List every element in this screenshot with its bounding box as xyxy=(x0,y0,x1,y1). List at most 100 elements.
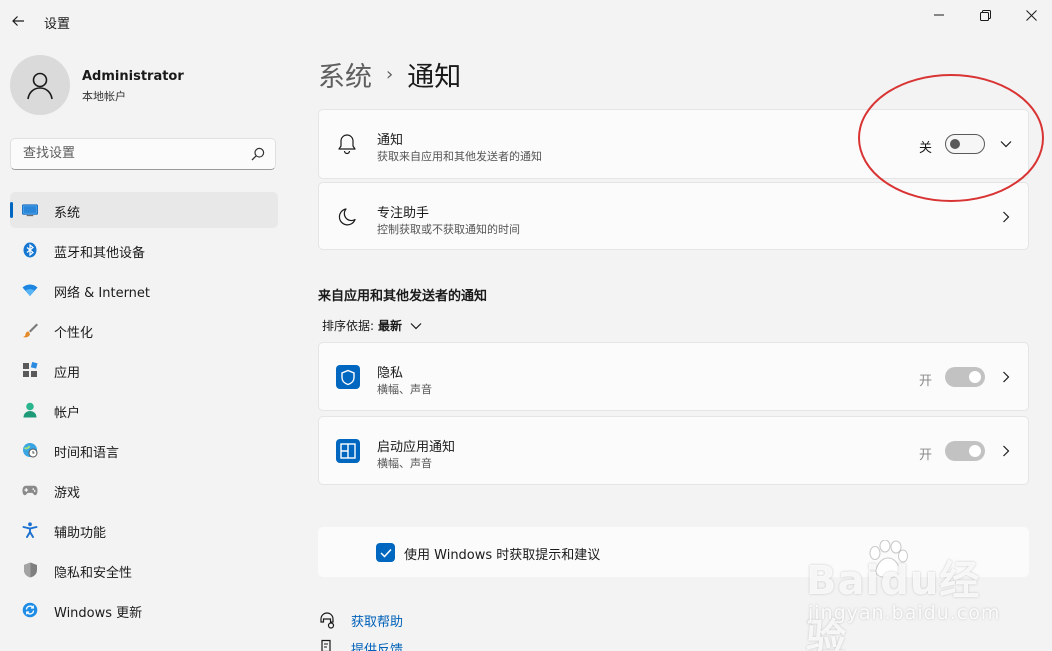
close-icon xyxy=(1025,9,1037,21)
apps-icon xyxy=(22,362,38,378)
toggle-state-label: 开 xyxy=(919,448,933,463)
card-subtitle: 横幅、声音 xyxy=(377,457,432,470)
notifications-card[interactable]: 通知 获取来自应用和其他发送者的通知 关 xyxy=(318,109,1029,179)
sidebar-item-label: 时间和语言 xyxy=(54,446,120,461)
checkmark-icon xyxy=(379,548,392,558)
back-button[interactable] xyxy=(6,8,30,34)
settings-window: 设置 Administrator 本地帐户 系统 xyxy=(0,0,1052,651)
sidebar-item-windows-update[interactable]: Windows 更新 xyxy=(10,592,278,628)
card-subtitle: 控制获取或不获取通知的时间 xyxy=(377,223,520,236)
sidebar-item-label: 游戏 xyxy=(54,486,81,501)
sidebar-item-privacy-security[interactable]: 隐私和安全性 xyxy=(10,552,278,588)
shield-icon xyxy=(22,562,38,578)
avatar[interactable] xyxy=(10,55,70,115)
sidebar-nav: 系统 蓝牙和其他设备 网络 & Internet 个性化 应用 帐户 时间和语言… xyxy=(10,192,278,632)
update-icon xyxy=(22,602,38,618)
sidebar-item-gaming[interactable]: 游戏 xyxy=(10,472,278,508)
section-title: 来自应用和其他发送者的通知 xyxy=(318,289,488,304)
tips-checkbox[interactable] xyxy=(376,543,395,562)
person-icon xyxy=(27,72,53,100)
sidebar-item-network[interactable]: 网络 & Internet xyxy=(10,272,278,308)
app-notification-toggle[interactable] xyxy=(945,367,985,387)
toggle-knob xyxy=(969,445,981,457)
sidebar-item-personalization[interactable]: 个性化 xyxy=(10,312,278,348)
breadcrumb-parent[interactable]: 系统 xyxy=(318,55,372,94)
watermark-url: jingyan.baidu.com xyxy=(808,602,1001,624)
chevron-right-icon xyxy=(1003,371,1010,383)
maximize-button[interactable] xyxy=(962,0,1008,30)
sidebar-item-bluetooth[interactable]: 蓝牙和其他设备 xyxy=(10,232,278,268)
breadcrumb: 系统 › 通知 xyxy=(318,54,461,94)
privacy-shield-icon xyxy=(336,365,360,389)
chevron-down-icon xyxy=(410,320,422,332)
sidebar-item-accounts[interactable]: 帐户 xyxy=(10,392,278,428)
sidebar-item-label: Windows 更新 xyxy=(54,606,143,621)
startup-apps-icon xyxy=(336,439,360,463)
bluetooth-icon xyxy=(22,242,38,258)
card-title: 隐私 xyxy=(377,366,404,381)
sidebar-item-time-language[interactable]: 时间和语言 xyxy=(10,432,278,468)
app-notification-toggle[interactable] xyxy=(945,441,985,461)
user-name: Administrator xyxy=(82,69,184,84)
system-display-icon xyxy=(22,202,38,218)
brush-icon xyxy=(22,322,38,338)
feedback-link[interactable]: 提供反馈 xyxy=(318,638,403,651)
toggle-state-label: 关 xyxy=(919,141,933,156)
back-arrow-icon xyxy=(12,16,24,26)
sidebar-item-system[interactable]: 系统 xyxy=(10,192,278,228)
sort-label: 排序依据: xyxy=(322,319,375,333)
sort-value: 最新 xyxy=(378,319,403,333)
navigate-button[interactable] xyxy=(999,210,1013,224)
account-icon xyxy=(22,402,38,418)
sidebar-item-label: 个性化 xyxy=(54,326,94,341)
link-text[interactable]: 提供反馈 xyxy=(351,639,403,651)
sidebar-item-label: 网络 & Internet xyxy=(54,286,151,301)
search-icon[interactable] xyxy=(251,147,265,161)
chevron-right-icon xyxy=(1003,211,1010,223)
chevron-right-icon xyxy=(1003,445,1010,457)
navigate-button[interactable] xyxy=(999,370,1013,384)
card-title: 通知 xyxy=(377,133,404,148)
sidebar-item-label: 隐私和安全性 xyxy=(54,566,133,581)
accessibility-icon xyxy=(22,522,38,538)
title-bar: 设置 xyxy=(0,0,1052,44)
chevron-down-icon xyxy=(1000,141,1012,148)
card-title: 专注助手 xyxy=(377,206,430,221)
focus-assist-card[interactable]: 专注助手 控制获取或不获取通知的时间 xyxy=(318,182,1029,250)
link-text[interactable]: 获取帮助 xyxy=(351,611,403,630)
account-type: 本地帐户 xyxy=(82,90,126,103)
moon-icon xyxy=(336,206,358,228)
app-title: 设置 xyxy=(44,17,71,32)
globe-clock-icon xyxy=(22,442,38,458)
wifi-icon xyxy=(22,282,38,298)
search-box xyxy=(10,138,276,170)
sidebar-item-label: 蓝牙和其他设备 xyxy=(54,246,146,261)
help-icon xyxy=(318,610,338,630)
gamepad-icon xyxy=(22,482,38,498)
page-title: 通知 xyxy=(407,61,462,93)
get-help-link[interactable]: 获取帮助 xyxy=(318,610,403,630)
minimize-icon xyxy=(934,14,944,16)
bell-icon xyxy=(336,133,358,155)
breadcrumb-separator: › xyxy=(386,63,394,85)
card-subtitle: 横幅、声音 xyxy=(377,383,432,396)
search-input[interactable] xyxy=(21,145,245,162)
close-button[interactable] xyxy=(1008,0,1052,30)
navigate-button[interactable] xyxy=(999,444,1013,458)
restore-icon xyxy=(979,9,991,21)
app-notification-row[interactable]: 启动应用通知 横幅、声音 开 xyxy=(318,416,1029,485)
app-notification-row[interactable]: 隐私 横幅、声音 开 xyxy=(318,342,1029,411)
toggle-knob xyxy=(950,139,960,149)
minimize-button[interactable] xyxy=(916,0,962,30)
sidebar-item-label: 系统 xyxy=(54,206,81,221)
feedback-icon xyxy=(318,638,338,651)
toggle-knob xyxy=(969,371,981,383)
sidebar-item-label: 帐户 xyxy=(54,406,81,421)
sidebar-item-accessibility[interactable]: 辅助功能 xyxy=(10,512,278,548)
toggle-state-label: 开 xyxy=(919,374,933,389)
sidebar-item-apps[interactable]: 应用 xyxy=(10,352,278,388)
sort-dropdown[interactable]: 排序依据: 最新 xyxy=(322,317,422,334)
card-title: 启动应用通知 xyxy=(377,440,456,455)
expand-button[interactable] xyxy=(999,137,1013,151)
notifications-toggle[interactable] xyxy=(945,134,985,154)
